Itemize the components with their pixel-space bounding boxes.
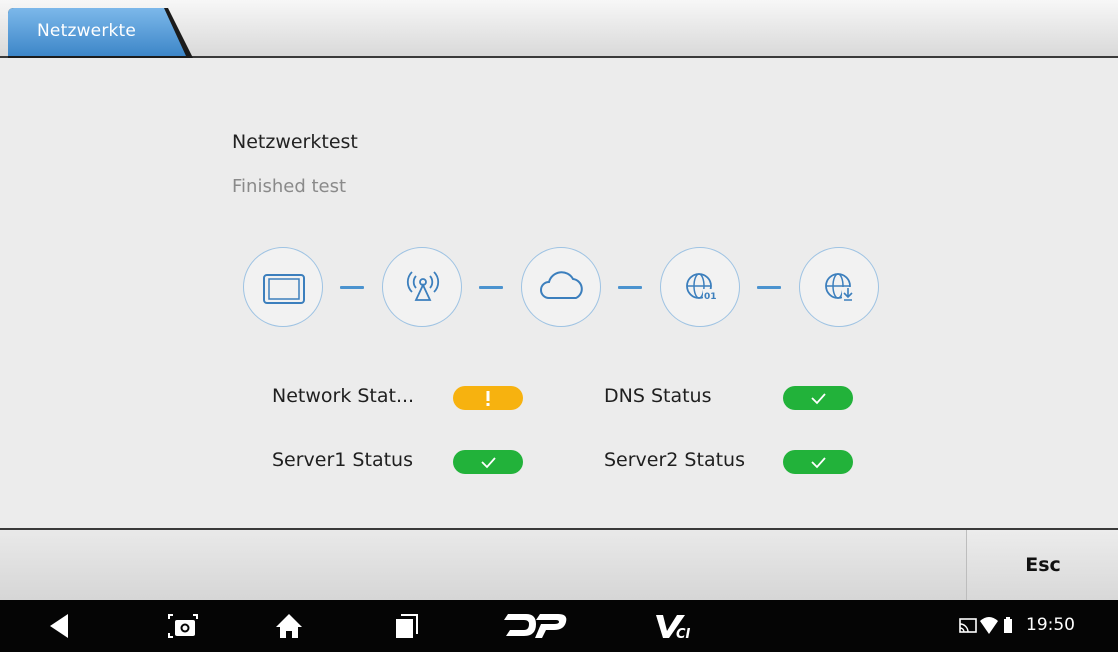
- esc-button[interactable]: Esc: [966, 530, 1118, 600]
- step-connector: [757, 286, 781, 289]
- esc-button-label: Esc: [1025, 554, 1061, 576]
- step-device: [243, 247, 323, 327]
- step-server: [799, 247, 879, 327]
- back-icon[interactable]: [46, 600, 76, 652]
- app-window: Netzwerkte Netzwerktest Finished test 01…: [0, 0, 1118, 652]
- server2-status: Server2 Status: [604, 448, 859, 476]
- action-bar: Esc: [0, 528, 1118, 600]
- svg-text:CI: CI: [676, 627, 691, 642]
- screenshot-icon[interactable]: [166, 600, 200, 652]
- ok-badge: [783, 386, 853, 410]
- tray-icons: [959, 617, 1012, 634]
- test-status-text: Finished test: [232, 176, 347, 197]
- globe-data-icon: 01: [686, 273, 717, 302]
- cast-icon: [959, 618, 977, 633]
- tablet-icon: [263, 274, 305, 304]
- warning-badge: [453, 386, 523, 410]
- wifi-icon: [980, 617, 998, 634]
- step-cloud: [521, 247, 601, 327]
- page-title: Netzwerktest: [232, 131, 358, 153]
- status-tray: 19:50: [958, 600, 1108, 652]
- status-label: Network Stat...: [272, 385, 415, 407]
- step-connector: [479, 286, 503, 289]
- vci-logo-icon[interactable]: CI: [654, 600, 698, 652]
- network-test-panel: Netzwerktest Finished test 01 Network St…: [0, 58, 1118, 528]
- tab-bar: Netzwerkte: [0, 0, 1118, 58]
- antenna-icon: [406, 271, 440, 301]
- check-icon: [811, 457, 826, 469]
- recents-icon[interactable]: [391, 600, 421, 652]
- cloud-icon: [540, 271, 583, 299]
- step-signal: [382, 247, 462, 327]
- battery-icon: [1004, 619, 1012, 633]
- dp-logo-icon[interactable]: [504, 600, 568, 652]
- svg-text:01: 01: [704, 292, 717, 302]
- server1-status: Server1 Status: [272, 448, 527, 476]
- step-dns: 01: [660, 247, 740, 327]
- ok-badge: [783, 450, 853, 474]
- system-nav-bar: CI 19:50: [0, 600, 1118, 652]
- status-label: DNS Status: [604, 385, 712, 407]
- step-connector: [618, 286, 642, 289]
- status-label: Server2 Status: [604, 449, 745, 471]
- exclamation-icon: [486, 391, 490, 406]
- check-icon: [481, 457, 496, 469]
- network-steps: 01: [243, 247, 883, 329]
- step-connector: [340, 286, 364, 289]
- globe-download-icon: [825, 273, 854, 301]
- tab-netzwerke[interactable]: Netzwerkte: [8, 8, 193, 58]
- home-icon[interactable]: [274, 600, 304, 652]
- check-icon: [811, 393, 826, 405]
- dns-status: DNS Status: [604, 384, 859, 412]
- clock: 19:50: [1026, 615, 1075, 635]
- ok-badge: [453, 450, 523, 474]
- tab-label: Netzwerkte: [37, 21, 137, 41]
- status-label: Server1 Status: [272, 449, 413, 471]
- network-status: Network Stat...: [272, 384, 527, 412]
